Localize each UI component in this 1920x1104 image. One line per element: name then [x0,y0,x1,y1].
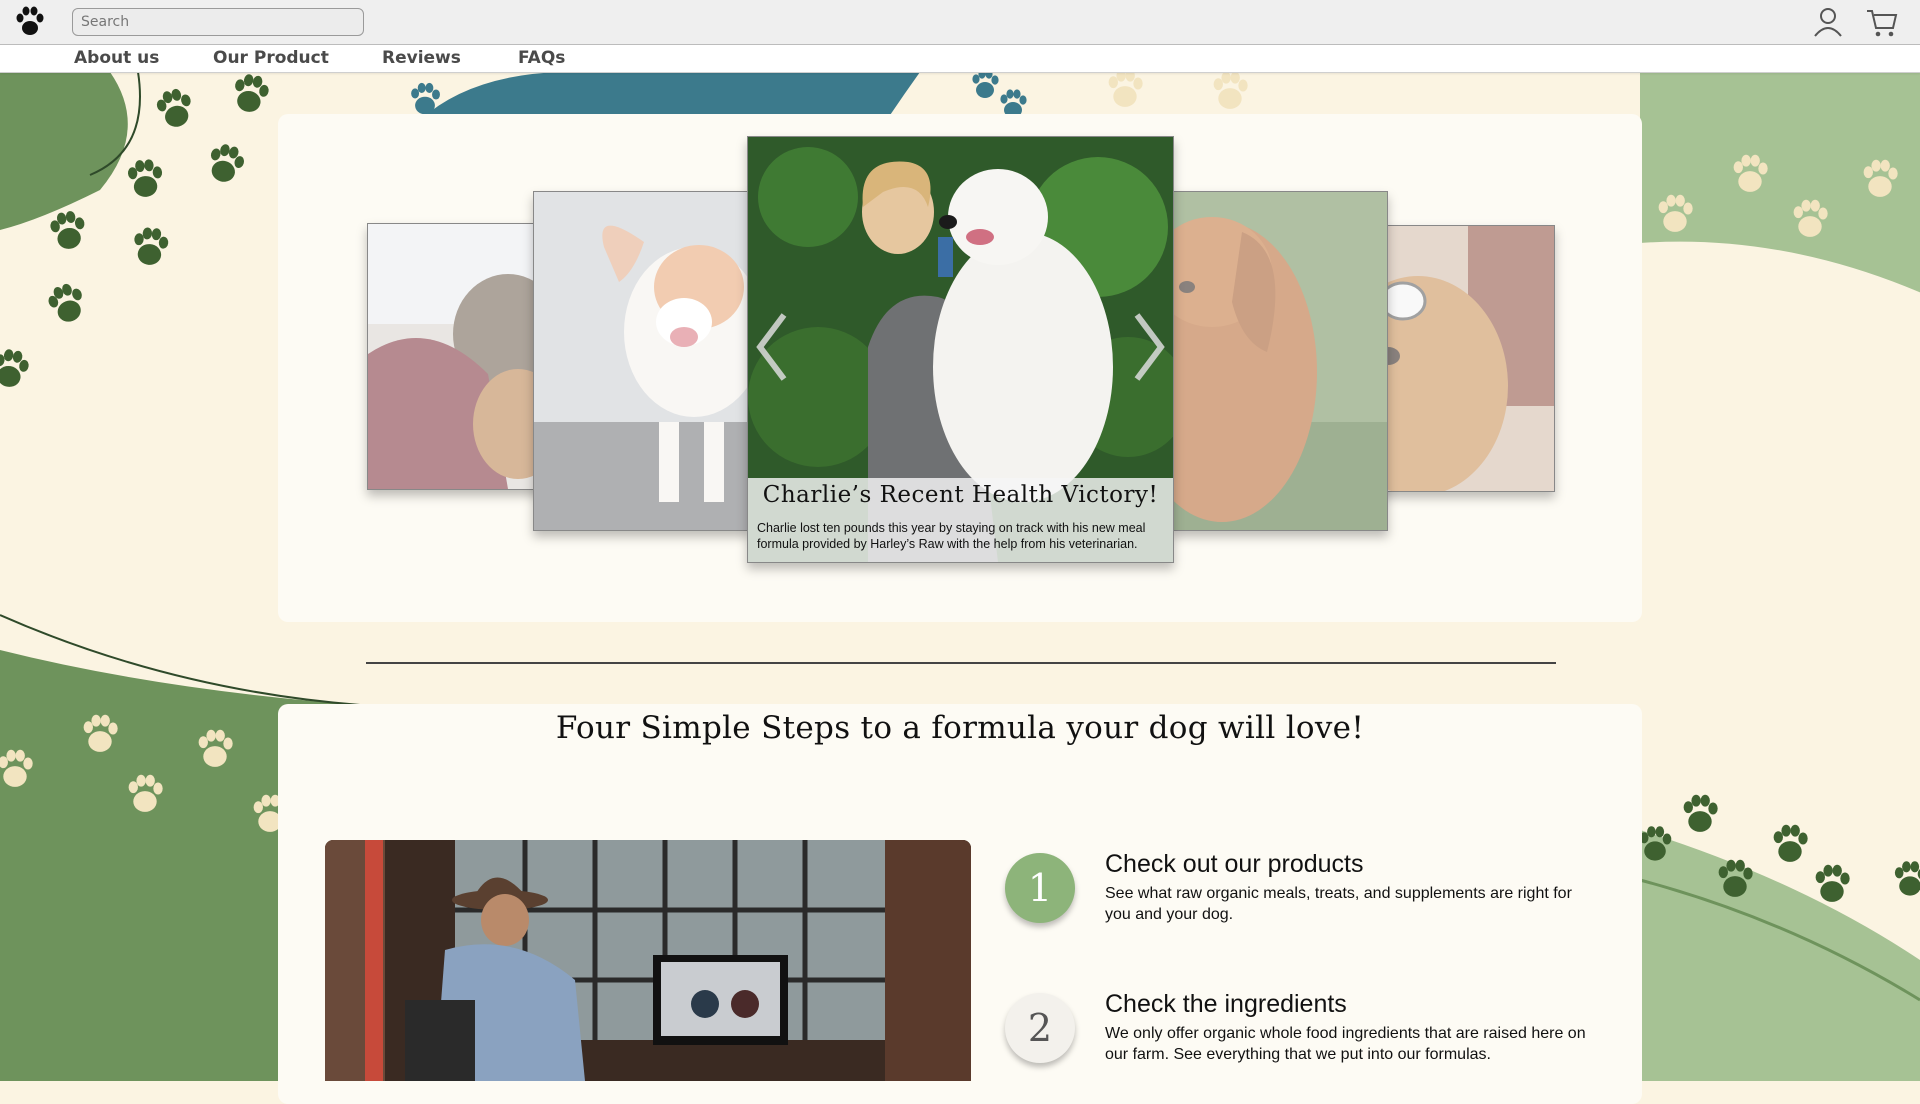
carousel-slide-active[interactable]: Charlie’s Recent Health Victory! Charlie… [747,136,1174,563]
nav-reviews[interactable]: Reviews [382,48,461,68]
cart-icon[interactable] [1864,4,1900,40]
nav-our-product[interactable]: Our Product [213,48,329,68]
step-1-title: Check out our products [1105,850,1364,878]
step-2-text: We only offer organic whole food ingredi… [1105,1025,1586,1063]
step-1-badge: 1 [1005,853,1075,923]
search-input[interactable] [72,8,364,36]
chevron-right-icon[interactable] [1129,307,1169,387]
paw-icon[interactable] [14,4,46,40]
slide-caption-text: Charlie lost ten pounds this year by sta… [757,521,1146,551]
nav-about-us[interactable]: About us [74,48,159,68]
carousel-slide-golden-retriever[interactable] [1171,191,1388,531]
top-bar [0,0,1920,45]
carousel-slide-corgi[interactable] [533,191,750,531]
section-divider [366,662,1556,664]
user-icon[interactable] [1810,4,1846,40]
step-1-text: See what raw organic meals, treats, and … [1105,885,1572,923]
step-2-badge: 2 [1005,993,1075,1063]
steps-photo-man-at-computer [325,840,971,1081]
step-2-title: Check the ingredients [1105,990,1347,1018]
main-nav: About us Our Product Reviews FAQs [0,45,1920,73]
steps-heading: Four Simple Steps to a formula your dog … [555,710,1365,746]
slide-caption-title: Charlie’s Recent Health Victory! [762,482,1159,508]
slide-caption: Charlie’s Recent Health Victory! Charlie… [748,478,1173,562]
chevron-left-icon[interactable] [752,307,792,387]
nav-faqs[interactable]: FAQs [518,48,565,68]
